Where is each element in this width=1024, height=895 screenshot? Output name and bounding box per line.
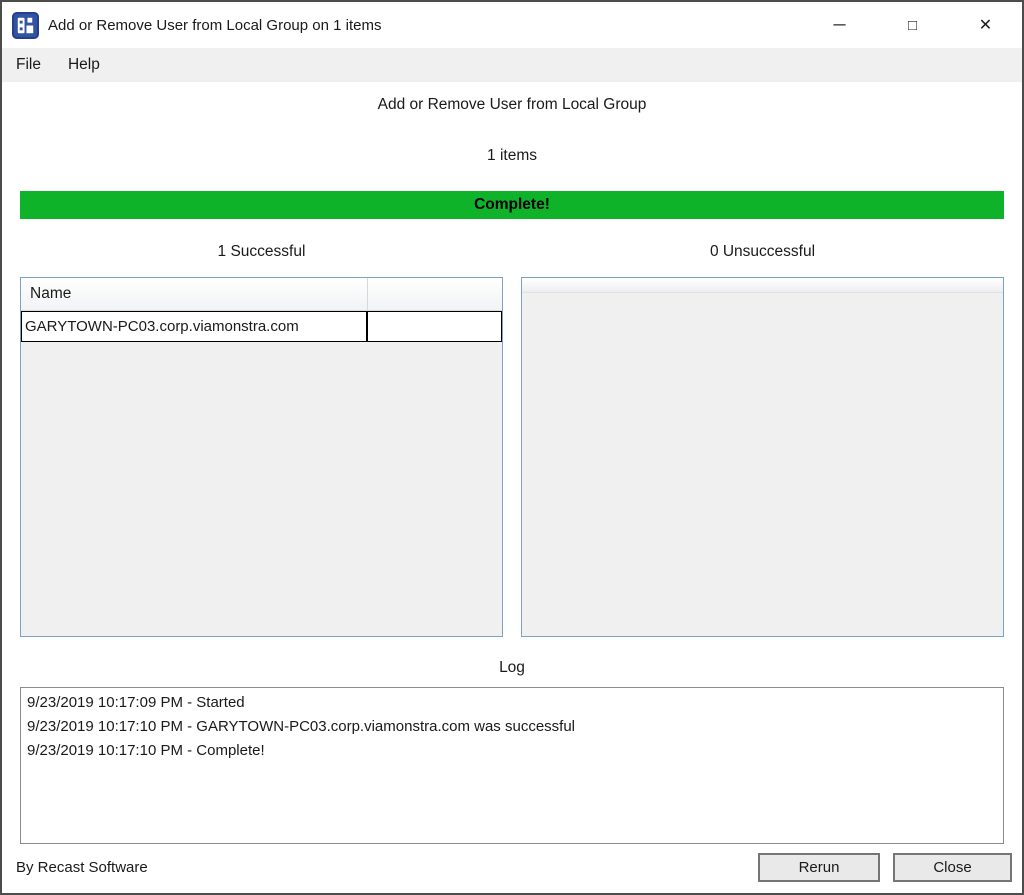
log-line: 9/23/2019 10:17:09 PM - Started (27, 691, 997, 715)
menu-item-help[interactable]: Help (68, 56, 100, 74)
window-controls: ─ □ ✕ (803, 2, 1022, 48)
result-labels: 1 Successful 0 Unsuccessful (20, 243, 1004, 261)
unsuccessful-grid-header (522, 278, 1003, 293)
log-output[interactable]: 9/23/2019 10:17:09 PM - Started 9/23/201… (20, 687, 1004, 844)
close-icon[interactable]: ✕ (949, 2, 1022, 48)
status-label: Complete! (474, 196, 550, 214)
menu-item-file[interactable]: File (16, 56, 41, 74)
unsuccessful-grid[interactable] (521, 277, 1004, 637)
window-title: Add or Remove User from Local Group on 1… (48, 17, 381, 34)
result-panels: Name GARYTOWN-PC03.corp.viamonstra.com (20, 277, 1004, 637)
log-line: 9/23/2019 10:17:10 PM - GARYTOWN-PC03.co… (27, 715, 997, 739)
items-count: 1 items (2, 147, 1022, 165)
table-row[interactable]: GARYTOWN-PC03.corp.viamonstra.com (21, 311, 502, 342)
filler-column-header (368, 278, 502, 310)
close-button[interactable]: Close (893, 853, 1012, 882)
rerun-button[interactable]: Rerun (758, 853, 880, 882)
title-bar[interactable]: Add or Remove User from Local Group on 1… (2, 2, 1022, 48)
successful-grid-header[interactable]: Name (21, 278, 502, 311)
filler-cell (368, 312, 501, 341)
footer-bar: By Recast Software Rerun Close (16, 853, 1012, 882)
app-window: Add or Remove User from Local Group on 1… (0, 0, 1024, 895)
app-icon[interactable] (12, 12, 39, 39)
footer-buttons: Rerun Close (758, 853, 1012, 882)
menu-bar: File Help (2, 48, 1022, 82)
page-title: Add or Remove User from Local Group (2, 96, 1022, 114)
successful-grid[interactable]: Name GARYTOWN-PC03.corp.viamonstra.com (20, 277, 503, 637)
successful-label: 1 Successful (20, 243, 503, 261)
content-area: Add or Remove User from Local Group 1 it… (2, 82, 1022, 893)
log-label: Log (2, 659, 1022, 677)
unsuccessful-label: 0 Unsuccessful (521, 243, 1004, 261)
minimize-icon[interactable]: ─ (803, 2, 876, 48)
status-bar: Complete! (20, 191, 1004, 219)
maximize-icon[interactable]: □ (876, 2, 949, 48)
credit-text: By Recast Software (16, 859, 148, 876)
name-cell[interactable]: GARYTOWN-PC03.corp.viamonstra.com (22, 312, 368, 341)
name-column-header[interactable]: Name (21, 278, 368, 310)
log-line: 9/23/2019 10:17:10 PM - Complete! (27, 739, 997, 763)
